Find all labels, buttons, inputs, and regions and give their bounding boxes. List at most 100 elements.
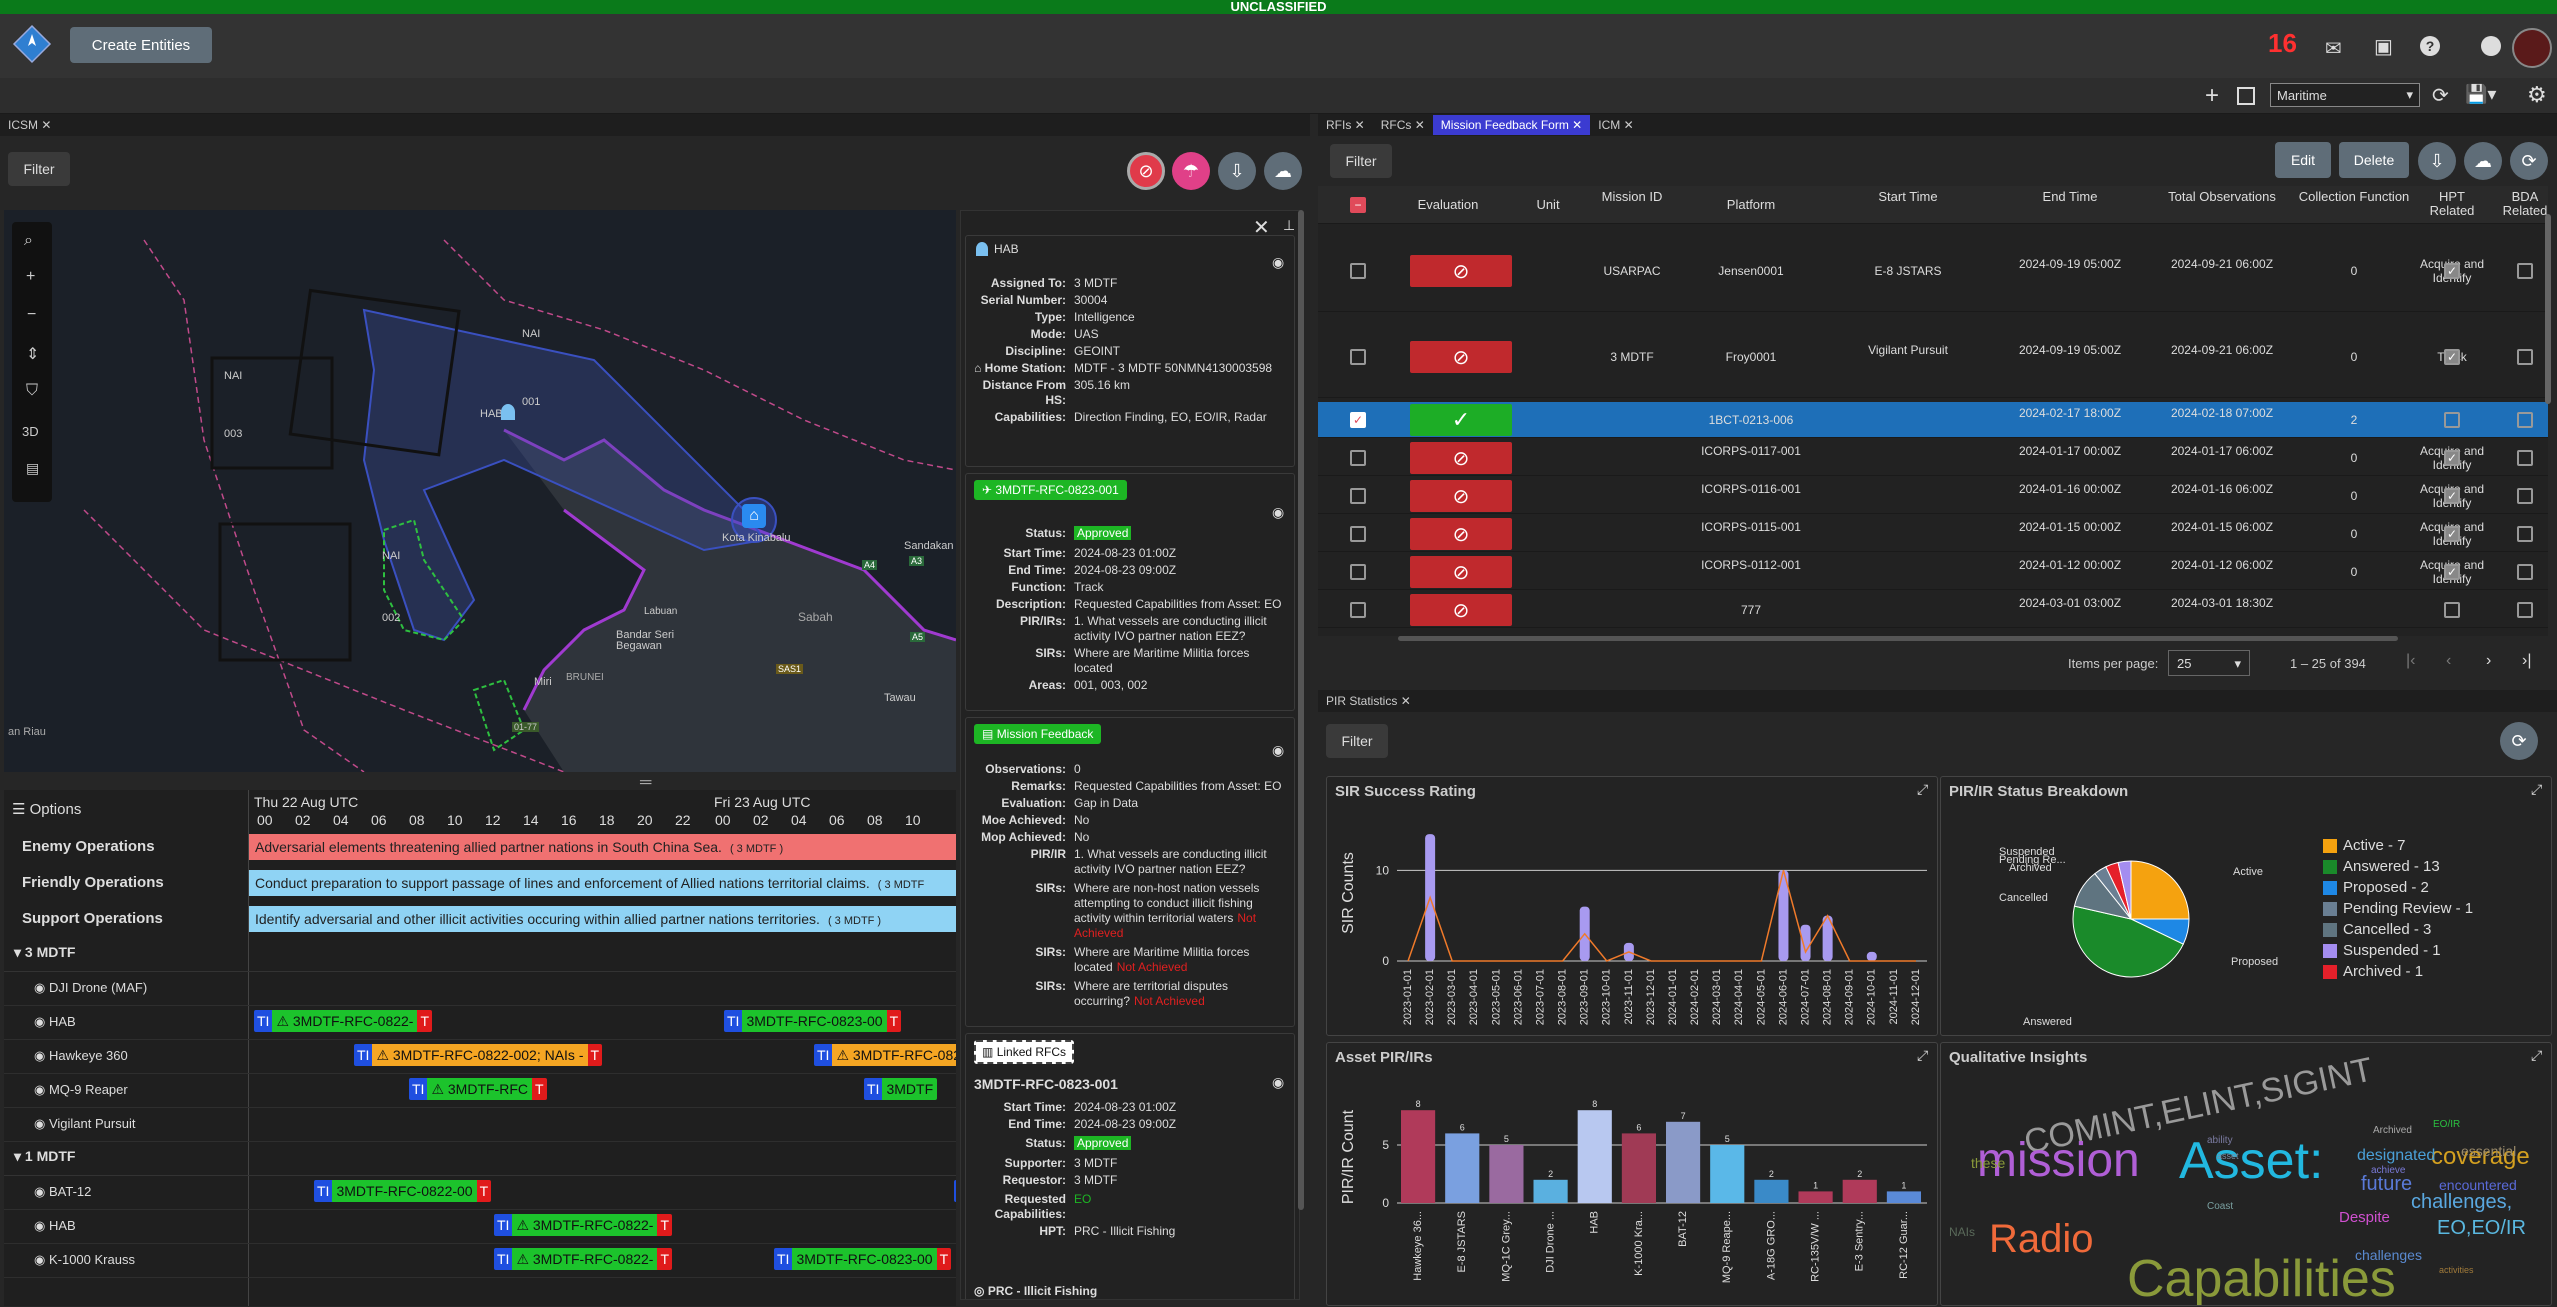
bookmark-icon[interactable]: ⛉ (26, 382, 38, 400)
download-icon[interactable]: ⇩ (1218, 152, 1256, 190)
weather-icon[interactable]: ☂ (1172, 152, 1210, 190)
column-header[interactable]: HPT Related (2416, 190, 2488, 218)
close-icon[interactable]: ✕ (41, 118, 51, 132)
options-button[interactable]: ☰ Options (12, 800, 81, 818)
asset-row-label[interactable]: ◉ K-1000 Krauss (34, 1252, 279, 1268)
rfc-schedule-bar[interactable]: TI⚠ 3MDTF-RFC-0823- (814, 1044, 956, 1066)
eye-icon[interactable]: ◉ (1272, 742, 1284, 759)
bda-checkbox[interactable] (2517, 602, 2533, 618)
asset-row-label[interactable]: ◉ DJI Drone (MAF) (34, 980, 279, 996)
expand-icon[interactable]: ⤢ (1917, 1047, 1928, 1064)
sir-bar[interactable] (1866, 951, 1877, 961)
tab-mission-feedback-form[interactable]: Mission Feedback Form ✕ (1432, 115, 1591, 135)
map-view[interactable]: ⌕ + − ⇕ ⛉ 3D ▤ NAI 003 NAI 001 NAI 002 H… (4, 210, 956, 772)
legend-item[interactable]: Archived - 1 (2323, 963, 2473, 980)
hpt-checkbox[interactable]: ✓ (2444, 349, 2460, 365)
pie-slice[interactable] (2130, 860, 2190, 920)
asset-row-label[interactable]: ◉ MQ-9 Reaper (34, 1082, 279, 1098)
legend-item[interactable]: Suspended - 1 (2323, 942, 2473, 959)
asset-bar[interactable] (1886, 1191, 1921, 1203)
rfc-schedule-bar[interactable]: TI 3MDTF (864, 1078, 938, 1100)
save-icon[interactable]: 💾▾ (2465, 84, 2496, 105)
asset-bar[interactable] (1533, 1179, 1568, 1203)
column-header[interactable]: Platform (1676, 198, 1826, 212)
column-header[interactable]: Evaluation (1394, 198, 1502, 212)
dataset-select[interactable]: Maritime ▾ (2270, 83, 2420, 107)
column-header[interactable]: Total Observations (2152, 190, 2292, 204)
rfc-schedule-bar[interactable]: TI ⚠ 3MDTF-RFC T (409, 1078, 547, 1100)
hpt-checkbox[interactable]: ✓ (2444, 450, 2460, 466)
tab-icsm[interactable]: ICSM ✕ (0, 115, 59, 135)
search-icon[interactable]: ⌕ (24, 232, 33, 250)
cloud-upload-icon[interactable]: ☁ (2464, 142, 2502, 180)
asset-bar[interactable] (1401, 1110, 1436, 1203)
rfc-schedule-bar[interactable]: TI 3MDTF-RFC-0822-00 T (314, 1180, 492, 1202)
table-row[interactable]: ⊘ 3 MDTF Froy0001 Vigilant Pursuit 2024-09-1… (1318, 316, 2548, 398)
prev-page-icon[interactable]: ‹ (2446, 652, 2451, 670)
rfc-schedule-bar[interactable]: T (954, 1180, 956, 1202)
compass-icon[interactable]: ⇕ (26, 344, 39, 364)
create-entities-button[interactable]: Create Entities (70, 27, 212, 63)
hpt-checkbox[interactable] (2444, 602, 2460, 618)
mail-icon[interactable]: ✉ (2325, 36, 2342, 61)
hpt-checkbox[interactable] (2444, 412, 2460, 428)
expand-icon[interactable]: ⤢ (2531, 781, 2542, 798)
table-row[interactable]: ⊘ USARPAC Jensen0001 E-8 JSTARS 2024-09-19 0… (1318, 230, 2548, 312)
close-icon[interactable]: ✕ (1401, 694, 1411, 708)
row-checkbox[interactable] (1350, 602, 1366, 618)
hpt-checkbox[interactable]: ✓ (2444, 564, 2460, 580)
expand-icon[interactable]: ⤢ (1917, 781, 1928, 798)
bda-checkbox[interactable] (2517, 263, 2533, 279)
refresh-icon[interactable]: ⟳ (2432, 83, 2449, 108)
rfc-schedule-bar[interactable]: TI ⚠ 3MDTF-RFC-0822- T (494, 1248, 673, 1270)
avatar[interactable] (2512, 28, 2552, 68)
rfc-schedule-bar[interactable]: TI ⚠ 3MDTF-RFC-0822- T (494, 1214, 673, 1236)
zoom-out-icon[interactable]: − (27, 306, 36, 324)
operation-bar[interactable]: Adversarial elements threatening allied … (249, 834, 956, 860)
table-row[interactable]: ⊘ ICORPS-0115-001 2024-01-15 00:00Z 2024-01… (1318, 516, 2548, 552)
eye-icon[interactable]: ◉ (34, 1252, 49, 1267)
table-scrollbar[interactable] (2545, 214, 2551, 404)
eye-icon[interactable]: ◉ (34, 1082, 49, 1097)
refresh-icon[interactable]: ⟳ (2500, 722, 2538, 760)
home-station-icon[interactable]: ⌂ (742, 504, 766, 528)
table-row[interactable]: ✓ ✓ 1BCT-0213-006 2024-02-17 18:00Z 2024-02-… (1318, 402, 2548, 438)
next-page-icon[interactable]: › (2486, 652, 2491, 670)
operation-bar[interactable]: Conduct preparation to support passage o… (249, 870, 956, 896)
eye-icon[interactable]: ◉ (34, 1116, 49, 1131)
rfc-schedule-bar[interactable]: TI ⚠ 3MDTF-RFC-0822- T (254, 1010, 433, 1032)
asset-bar[interactable] (1577, 1110, 1612, 1203)
table-row[interactable]: ⊘ 777 2024-03-01 03:00Z 2024-03-01 18:30Z (1318, 592, 2548, 628)
row-checkbox[interactable] (1350, 450, 1366, 466)
asset-row-label[interactable]: ◉ BAT-12 (34, 1184, 279, 1200)
asset-row-label[interactable]: ◉ Hawkeye 360 (34, 1048, 279, 1064)
app-logo-icon[interactable] (12, 24, 52, 64)
asset-row-label[interactable]: ◉ Vigilant Pursuit (34, 1116, 279, 1132)
no-drone-icon[interactable]: ⊘ (1127, 152, 1165, 190)
asset-bar[interactable] (1445, 1133, 1480, 1203)
tab-pir-statistics[interactable]: PIR Statistics ✕ (1318, 691, 1419, 711)
row-checkbox[interactable]: ✓ (1350, 412, 1366, 428)
eye-icon[interactable]: ◉ (34, 1184, 49, 1199)
hpt-checkbox[interactable]: ✓ (2444, 526, 2460, 542)
column-header[interactable]: BDA Related (2488, 190, 2548, 218)
row-checkbox[interactable] (1350, 564, 1366, 580)
bda-checkbox[interactable] (2517, 564, 2533, 580)
eye-icon[interactable]: ◉ (34, 1048, 49, 1063)
legend-item[interactable]: Cancelled - 3 (2323, 921, 2473, 938)
bda-checkbox[interactable] (2517, 488, 2533, 504)
bda-checkbox[interactable] (2517, 412, 2533, 428)
map-filter-button[interactable]: Filter (8, 152, 70, 186)
linked-rfc-id[interactable]: 3MDTF-RFC-0823-001 (974, 1076, 1118, 1092)
tab-icm[interactable]: ICM ✕ (1590, 115, 1641, 135)
column-header[interactable]: Unit (1508, 198, 1588, 212)
asset-bar[interactable] (1489, 1145, 1524, 1203)
zoom-in-icon[interactable]: + (26, 268, 35, 286)
asset-bar[interactable] (1710, 1145, 1745, 1203)
hpt-checkbox[interactable]: ✓ (2444, 263, 2460, 279)
help-icon[interactable]: ? (2420, 36, 2440, 56)
rfc-schedule-bar[interactable]: TI 3MDTF-RFC-0823-00 T (774, 1248, 952, 1270)
column-header[interactable]: Start Time (1828, 190, 1988, 204)
linked-rfcs-badge[interactable]: ▥ Linked RFCs (974, 1040, 1075, 1064)
operation-bar[interactable]: Identify adversarial and other illicit a… (249, 906, 956, 932)
